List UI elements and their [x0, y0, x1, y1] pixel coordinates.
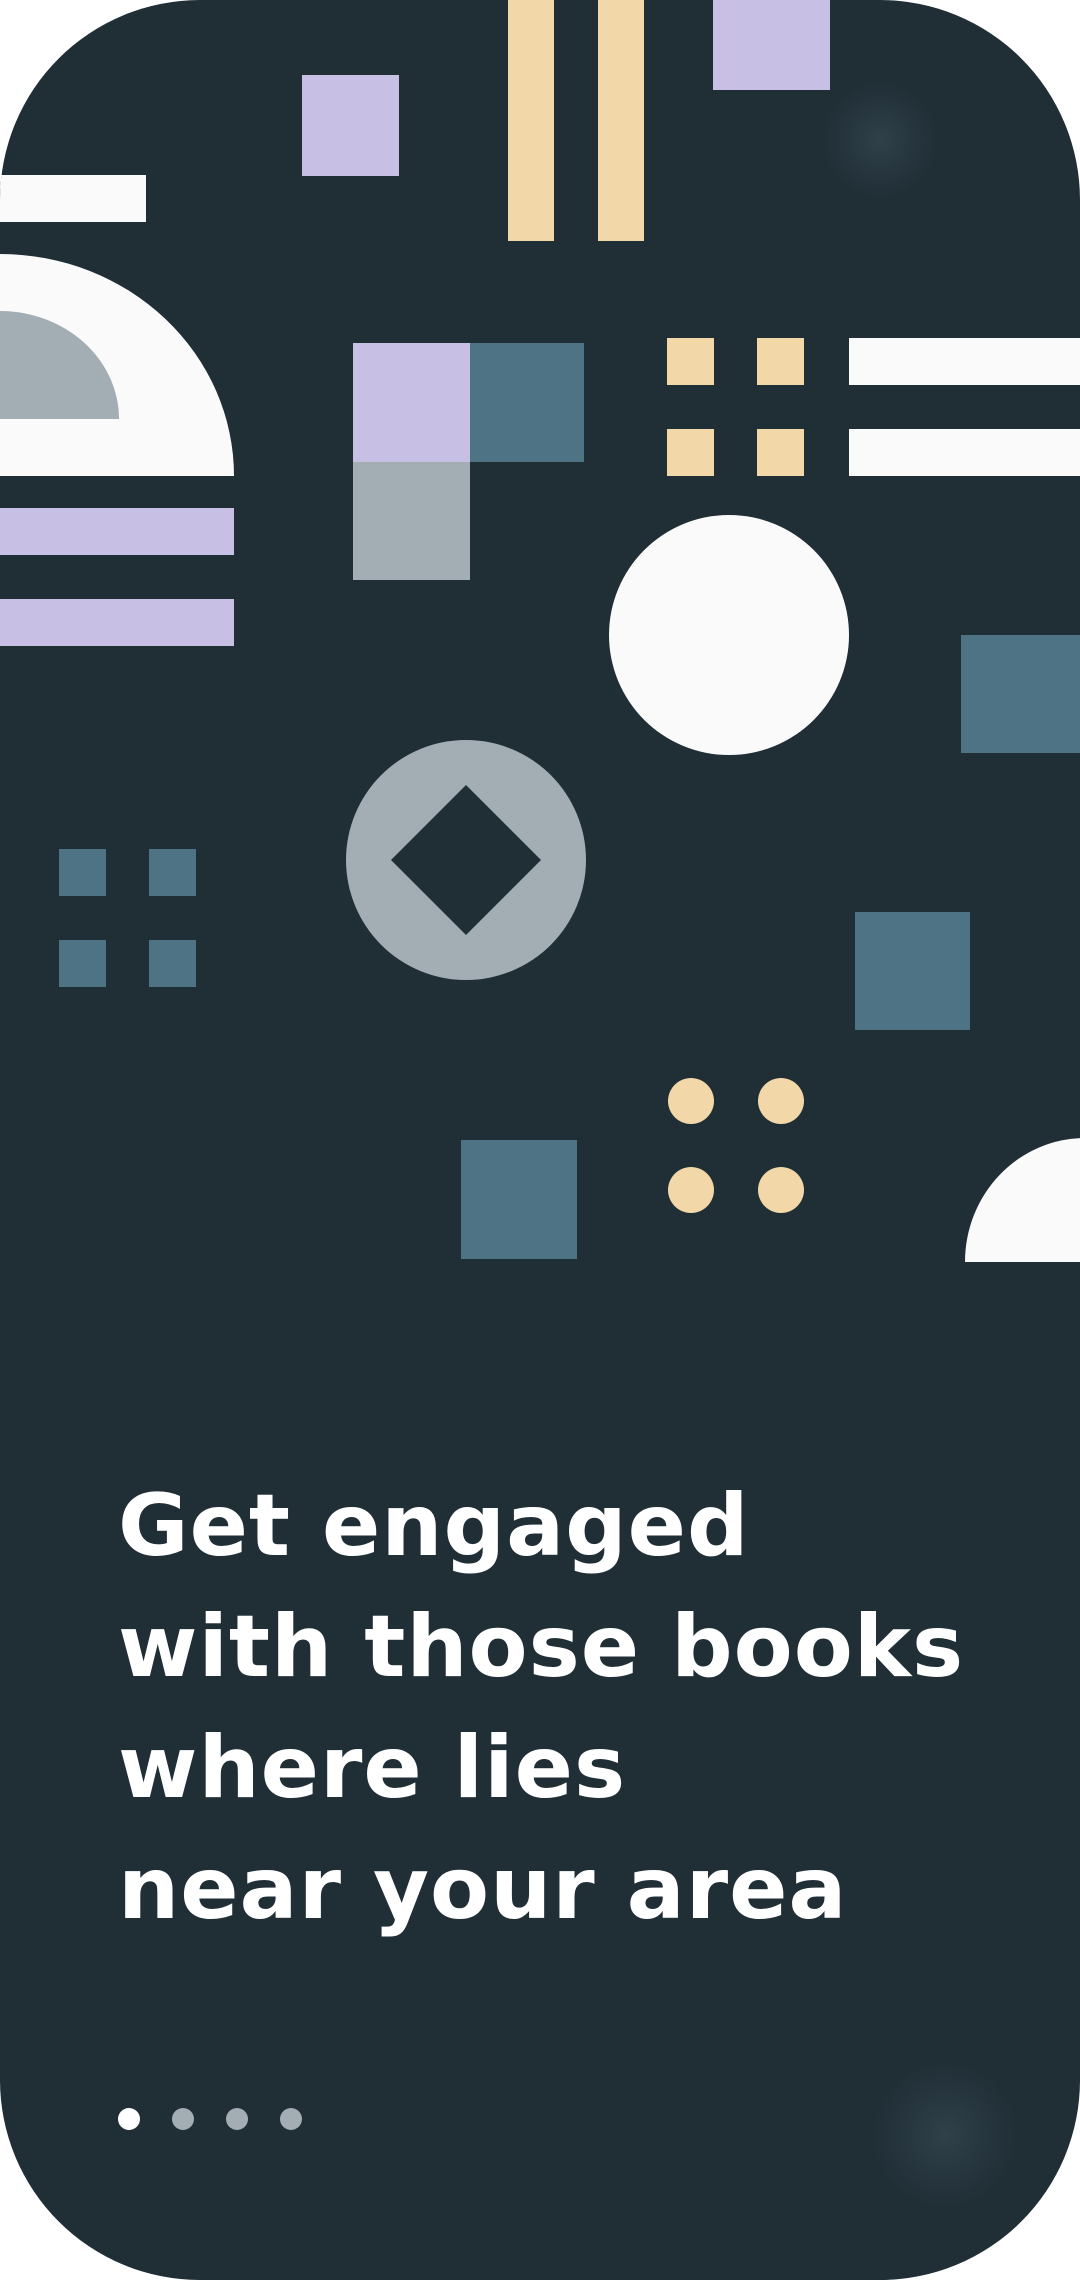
- white-bar-right-2: [849, 429, 1080, 476]
- sand-square-3: [667, 429, 714, 476]
- page-dot-1[interactable]: [118, 2108, 140, 2130]
- teal-square-4: [149, 940, 196, 987]
- sand-dot-2: [758, 1078, 804, 1124]
- teal-square-1: [59, 849, 106, 896]
- teal-block-center: [470, 343, 584, 462]
- lavender-bar-left-1: [0, 508, 234, 555]
- glow-decoration-bottom: [870, 2060, 1020, 2210]
- teal-block-mid-right: [855, 912, 970, 1030]
- sand-dot-3: [668, 1167, 714, 1213]
- onboarding-screen: Get engaged with those books where lies …: [0, 0, 1080, 2280]
- geometric-illustration: [0, 0, 1080, 1262]
- headline-line-1: Get engaged: [118, 1476, 750, 1576]
- page-dot-2[interactable]: [172, 2108, 194, 2130]
- lavender-block-top-right: [713, 0, 830, 90]
- sand-square-1: [667, 338, 714, 385]
- sand-dot-4: [758, 1167, 804, 1213]
- sand-square-4: [757, 429, 804, 476]
- teal-square-2: [149, 849, 196, 896]
- page-dot-4[interactable]: [280, 2108, 302, 2130]
- white-half-circle-right: [965, 1138, 1080, 1262]
- lavender-square-top: [302, 75, 399, 176]
- slate-block-center: [353, 462, 470, 580]
- sand-bar-left: [508, 0, 554, 241]
- teal-block-right-edge: [961, 635, 1080, 753]
- headline-line-4: near your area: [118, 1839, 848, 1939]
- teal-square-3: [59, 940, 106, 987]
- white-bar-top-left: [0, 175, 146, 222]
- white-circle: [609, 515, 849, 755]
- page-dot-3[interactable]: [226, 2108, 248, 2130]
- onboarding-headline: Get engaged with those books where lies …: [118, 1466, 1018, 1950]
- teal-block-lower-center: [461, 1140, 577, 1259]
- headline-line-2: with those books: [118, 1597, 965, 1697]
- page-indicator: [118, 2108, 302, 2130]
- sand-square-2: [757, 338, 804, 385]
- sand-dot-1: [668, 1078, 714, 1124]
- lavender-block-center: [353, 343, 470, 462]
- headline-line-3: where lies: [118, 1718, 627, 1818]
- lavender-bar-left-2: [0, 599, 234, 646]
- sand-bar-right: [598, 0, 644, 241]
- white-bar-right-1: [849, 338, 1080, 385]
